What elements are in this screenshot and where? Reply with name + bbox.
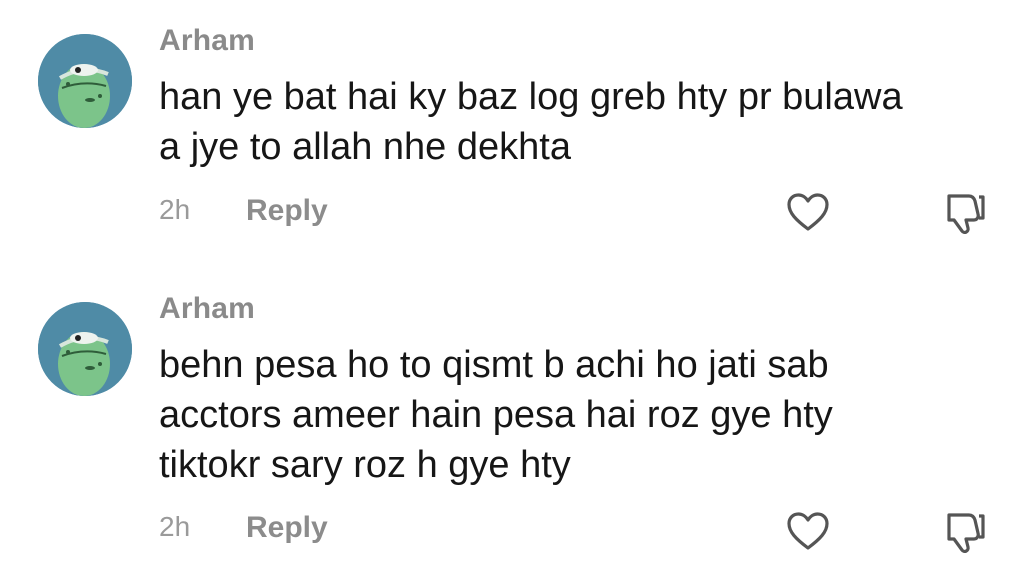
dislike-icon[interactable] xyxy=(941,190,987,241)
comment-timestamp: 2h xyxy=(159,511,191,542)
reply-button[interactable]: Reply xyxy=(246,511,328,545)
comment-text: behn pesa ho to qismt b achi ho jati sab… xyxy=(159,344,833,486)
heart-icon[interactable] xyxy=(786,511,830,556)
dislike-icon[interactable] xyxy=(941,509,987,560)
comment-text: han ye bat hai ky baz log greb hty pr bu… xyxy=(159,76,903,168)
comment-username[interactable]: Arham xyxy=(159,292,255,326)
comment-username[interactable]: Arham xyxy=(159,24,255,58)
heart-icon[interactable] xyxy=(786,192,830,237)
avatar-image xyxy=(38,34,132,128)
avatar[interactable] xyxy=(38,302,132,396)
avatar[interactable] xyxy=(38,34,132,128)
avatar-image xyxy=(38,302,132,396)
comment-timestamp: 2h xyxy=(159,194,191,225)
reply-button[interactable]: Reply xyxy=(246,194,328,228)
